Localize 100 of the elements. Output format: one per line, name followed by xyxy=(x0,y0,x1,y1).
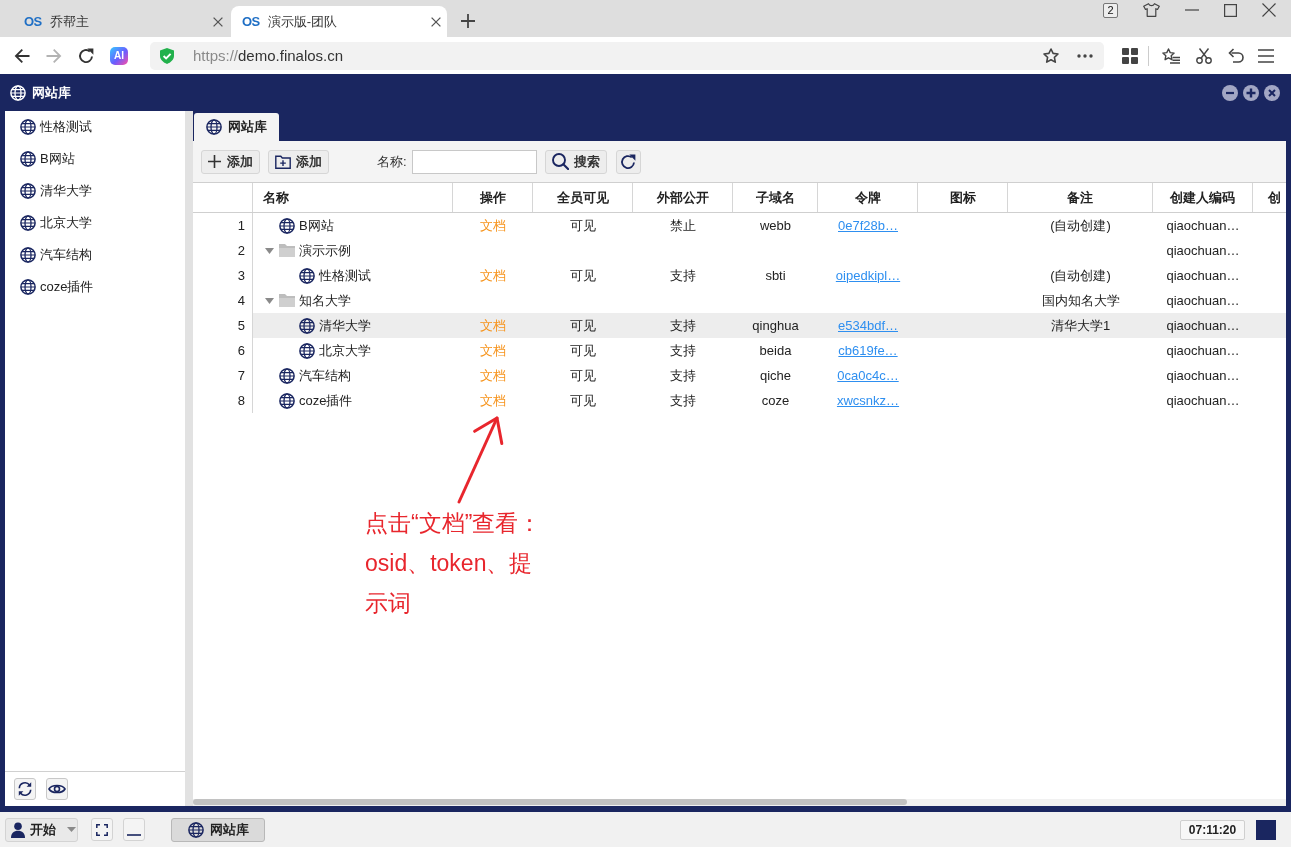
search-button[interactable]: 搜索 xyxy=(544,149,607,174)
globe-icon xyxy=(299,317,315,334)
menu-icon[interactable] xyxy=(1258,48,1274,63)
tree-item-label: B网站 xyxy=(299,216,334,235)
address-bar[interactable]: https://demo.finalos.cn xyxy=(150,41,1104,70)
user-icon xyxy=(11,821,25,838)
column-header: 创建人编码 xyxy=(1153,183,1253,212)
globe-icon xyxy=(279,367,295,384)
maximize-icon[interactable] xyxy=(1224,3,1237,17)
plus-icon xyxy=(208,155,221,168)
url-text: https://demo.finalos.cn xyxy=(193,47,345,64)
public-text: 支持 xyxy=(670,366,696,385)
close-icon[interactable] xyxy=(213,16,223,27)
sidebar-item[interactable]: 北京大学 xyxy=(5,207,185,239)
more-icon[interactable] xyxy=(1077,53,1093,58)
subdomain-text: sbti xyxy=(765,268,786,283)
grid-icon[interactable] xyxy=(1122,47,1138,64)
field-label: 名称: xyxy=(377,152,407,171)
tree-item-label: coze插件 xyxy=(299,391,353,410)
close-icon[interactable] xyxy=(431,16,441,27)
star-icon[interactable] xyxy=(1043,47,1059,64)
globe-icon xyxy=(279,392,295,409)
table-row[interactable]: 演示示例 qiaochuan… xyxy=(253,238,1286,263)
creator-text: qiaochuan… xyxy=(1166,293,1240,308)
minimize-icon[interactable] xyxy=(1222,84,1238,101)
visibility-text: 可见 xyxy=(570,341,596,360)
globe-icon xyxy=(187,821,204,838)
visibility-text: 可见 xyxy=(570,316,596,335)
arrow-left-icon[interactable] xyxy=(14,47,30,64)
sidebar-item[interactable]: 性格测试 xyxy=(5,111,185,143)
sidebar-item[interactable]: B网站 xyxy=(5,143,185,175)
browser-tab[interactable]: OS 乔帮主 xyxy=(13,6,229,37)
add-folder-button[interactable]: 添加 xyxy=(268,149,329,174)
globe-icon xyxy=(206,119,222,135)
public-text: 支持 xyxy=(670,266,696,285)
sidebar-item[interactable]: 清华大学 xyxy=(5,175,185,207)
search-icon xyxy=(551,153,569,170)
public-text: 禁止 xyxy=(670,216,696,235)
start-button[interactable]: 开始 xyxy=(5,817,78,842)
visibility-text: 可见 xyxy=(570,391,596,410)
creator-text: qiaochuan… xyxy=(1166,368,1240,383)
taskbar-item[interactable]: 网站库 xyxy=(171,817,265,842)
row-number: 1 xyxy=(237,218,245,233)
table-row[interactable]: 知名大学 国内知名大学 qiaochuan… xyxy=(253,288,1286,313)
subdomain-text: qiche xyxy=(759,368,792,383)
globe-icon xyxy=(10,84,26,101)
creator-text: qiaochuan… xyxy=(1166,243,1240,258)
browser-tab[interactable]: OS 演示版-团队 xyxy=(231,6,447,37)
ai-button[interactable]: AI xyxy=(110,46,128,65)
view-button[interactable] xyxy=(46,778,68,800)
visibility-text: 可见 xyxy=(570,266,596,285)
name-field[interactable] xyxy=(411,149,537,174)
triangle-down-icon[interactable] xyxy=(264,247,274,254)
note-text: 国内知名大学 xyxy=(1041,291,1120,310)
scissors-icon[interactable] xyxy=(1196,47,1212,64)
globe-icon xyxy=(20,279,36,295)
row-number: 8 xyxy=(237,393,245,408)
globe-icon xyxy=(279,217,295,234)
scrollbar-thumb[interactable] xyxy=(193,799,907,805)
sidebar-item[interactable]: coze插件 xyxy=(5,271,185,303)
column-header: 备注 xyxy=(1008,183,1153,212)
globe-icon xyxy=(20,183,36,199)
add-button[interactable]: 添加 xyxy=(201,149,260,174)
fullscreen-icon xyxy=(96,823,108,836)
fullscreen-button[interactable] xyxy=(91,818,113,841)
plus-icon[interactable] xyxy=(1243,84,1259,101)
undo-icon[interactable] xyxy=(1228,48,1244,63)
note-text: (自动创建) xyxy=(1050,216,1111,235)
column-header: 图标 xyxy=(918,183,1008,212)
close-icon[interactable] xyxy=(1262,3,1276,17)
row-number: 3 xyxy=(237,268,245,283)
subdomain-text: qinghua xyxy=(752,318,799,333)
column-header: 令牌 xyxy=(818,183,918,212)
close-icon[interactable] xyxy=(1264,84,1280,101)
shield-check-icon xyxy=(160,47,174,64)
row-number: 2 xyxy=(237,243,245,258)
square-icon[interactable] xyxy=(1256,819,1276,840)
triangle-down-icon[interactable] xyxy=(264,297,274,304)
column-header: 子域名 xyxy=(733,183,818,212)
minimize-button[interactable] xyxy=(123,818,145,841)
clock: 07:11:20 xyxy=(1180,819,1245,840)
globe-icon xyxy=(20,151,36,167)
plus-icon[interactable] xyxy=(461,14,475,28)
public-text: 支持 xyxy=(670,391,696,410)
tab-count-button[interactable]: 2 xyxy=(1103,2,1118,18)
favicon-logo: OS xyxy=(24,14,42,29)
reload-icon[interactable] xyxy=(78,47,94,64)
subdomain-text: webb xyxy=(759,218,792,233)
tree-item-label: 知名大学 xyxy=(299,291,351,310)
tree-item-label: 北京大学 xyxy=(319,341,371,360)
panel-tab[interactable]: 网站库 xyxy=(194,113,279,141)
globe-icon xyxy=(299,267,315,284)
globe-icon xyxy=(20,215,36,231)
refresh-button[interactable] xyxy=(615,149,641,174)
sync-button[interactable] xyxy=(14,778,36,800)
creator-text: qiaochuan… xyxy=(1166,268,1240,283)
sidebar-item[interactable]: 汽车结构 xyxy=(5,239,185,271)
shirt-icon[interactable] xyxy=(1143,3,1160,17)
star-list-icon[interactable] xyxy=(1162,47,1180,64)
refresh-icon xyxy=(620,153,637,170)
